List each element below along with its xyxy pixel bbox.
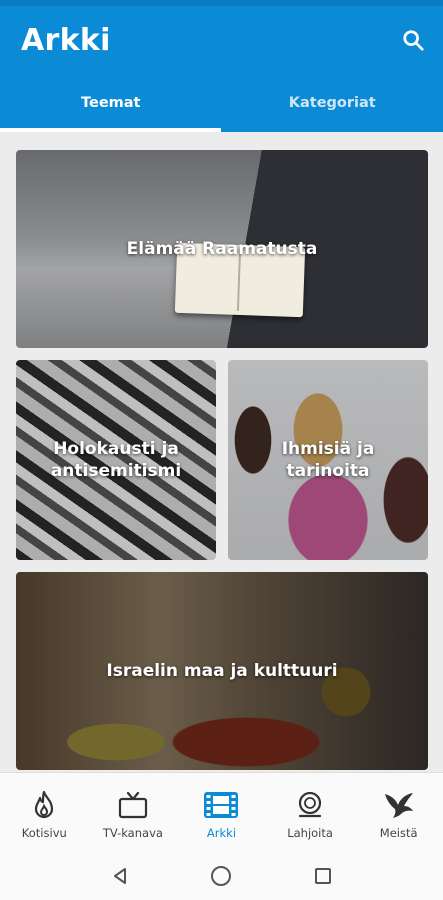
bottom-navigation: Kotisivu TV-kanava Arkki Lahjoita Meistä — [0, 772, 443, 856]
tab-bar: Teemat Kategoriat — [0, 74, 443, 132]
nav-tv-kanava[interactable]: TV-kanava — [89, 773, 178, 856]
recents-icon[interactable] — [313, 866, 333, 890]
card-holokausti[interactable]: Holokausti ja antisemitismi — [16, 360, 216, 560]
nav-label: TV-kanava — [102, 825, 163, 840]
nav-lahjoita[interactable]: Lahjoita — [266, 773, 355, 856]
nav-meista[interactable]: Meistä — [354, 773, 443, 856]
theme-grid: Elämää Raamatusta Holokausti ja antisemi… — [0, 132, 443, 772]
nav-kotisivu[interactable]: Kotisivu — [0, 773, 89, 856]
coin-icon — [292, 790, 328, 820]
card-elamaa-raamatusta[interactable]: Elämää Raamatusta — [16, 150, 428, 348]
nav-label: Arkki — [206, 825, 237, 840]
card-label: Israelin maa ja kulttuuri — [106, 661, 338, 681]
card-label: Ihmisiä ja tarinoita — [281, 439, 375, 481]
flame-icon — [26, 790, 62, 820]
nav-arkki[interactable]: Arkki — [177, 773, 266, 856]
nav-label: Lahjoita — [287, 825, 333, 840]
card-ihmisia-ja-tarinoita[interactable]: Ihmisiä ja tarinoita — [228, 360, 428, 560]
card-label: Elämää Raamatusta — [126, 239, 318, 259]
tab-kategoriat[interactable]: Kategoriat — [222, 74, 443, 132]
search-button[interactable] — [399, 26, 427, 54]
search-icon — [403, 30, 424, 51]
card-israelin-maa[interactable]: Israelin maa ja kulttuuri — [16, 572, 428, 770]
tv-icon — [115, 790, 151, 820]
tab-teemat[interactable]: Teemat — [0, 74, 222, 132]
back-icon[interactable] — [110, 866, 130, 890]
film-icon — [203, 790, 239, 820]
card-label: Holokausti ja antisemitismi — [50, 439, 182, 481]
nav-label: Kotisivu — [21, 825, 67, 840]
nav-label: Meistä — [379, 825, 418, 840]
home-icon[interactable] — [210, 865, 232, 891]
system-navigation-bar — [0, 856, 443, 900]
app-bar: Arkki — [0, 6, 443, 74]
app-title: Arkki — [21, 22, 111, 58]
dove-icon — [381, 790, 417, 820]
